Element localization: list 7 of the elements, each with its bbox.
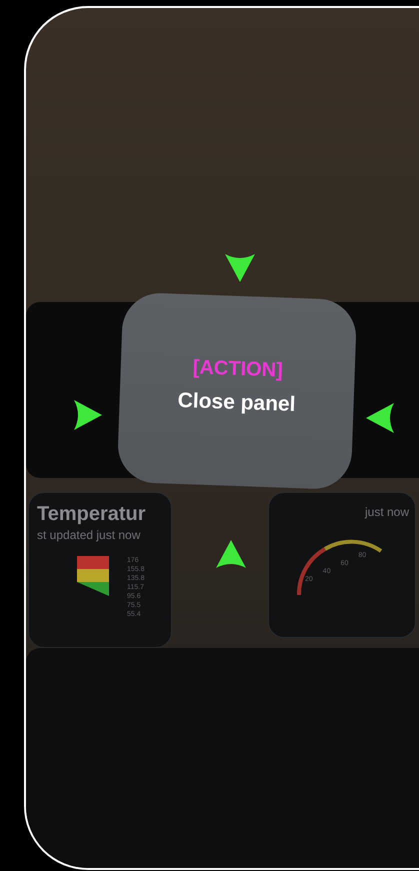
card-subtitle: st updated just now: [37, 528, 142, 542]
action-label: Close panel: [177, 388, 296, 417]
action-tag: [ACTION]: [192, 356, 284, 382]
card-title: Temperatur: [37, 503, 147, 526]
action-popup[interactable]: [ACTION] Close panel: [116, 292, 358, 490]
heatmap-legend-drawing: [77, 556, 109, 596]
card-subtitle: just now: [365, 505, 410, 519]
